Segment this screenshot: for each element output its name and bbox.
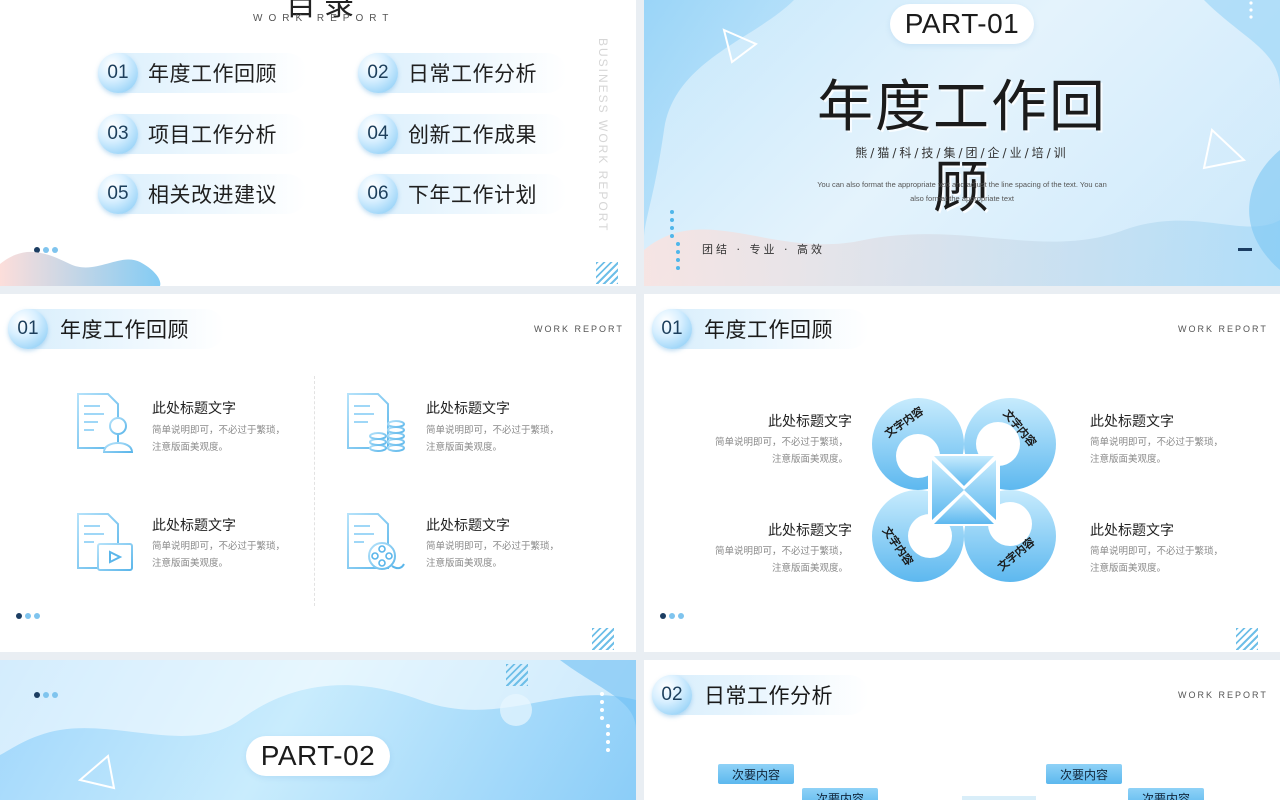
decor-dot-column	[600, 692, 610, 752]
vertical-side-text: BUSINESS WORK REPORT	[596, 38, 610, 233]
card-desc-line: 简单说明即可，不必过于繁琐，	[426, 425, 560, 436]
work-report-label: WORK REPORT	[534, 324, 624, 334]
document-video-icon	[77, 513, 133, 571]
decor-dot-column-top	[1249, 1, 1253, 19]
toc-num: 06	[358, 174, 398, 214]
decor-dash	[1238, 248, 1252, 251]
slide-daily-work-analysis[interactable]: 02 日常工作分析 WORK REPORT 次要内容 次要内容 次要内容 次要内…	[644, 660, 1280, 800]
card-title: 此处标题文字	[152, 401, 236, 417]
section-header: 02 日常工作分析	[652, 675, 869, 715]
secondary-content-box: 次要内容	[718, 764, 795, 784]
toc-num: 04	[358, 114, 398, 154]
section-number: 01	[8, 309, 48, 349]
block-description: 简单说明即可，不必过于繁琐， 注意版面美观度。	[704, 434, 848, 468]
toc-item-02[interactable]: 02 日常工作分析	[358, 53, 567, 93]
decor-wave	[0, 251, 161, 286]
company-name: 熊/猫/科/技/集/团/企/业/培/训	[855, 146, 1069, 160]
card-description: 简单说明即可，不必过于繁琐， 注意版面美观度。	[426, 422, 559, 456]
toc-item-04[interactable]: 04 创新工作成果	[358, 114, 567, 154]
section-number: 02	[652, 675, 692, 715]
secondary-content-box: 次要内容	[1046, 764, 1123, 784]
block-description: 简单说明即可，不必过于繁琐， 注意版面美观度。	[704, 543, 848, 577]
document-user-icon	[77, 393, 134, 453]
block-desc-line: 简单说明即可，不必过于繁琐，	[714, 437, 848, 448]
toc-label: 下年工作计划	[408, 183, 537, 207]
block-title: 此处标题文字	[1090, 414, 1174, 430]
part-label: PART-01	[890, 4, 1034, 44]
card-desc-line: 简单说明即可，不必过于繁琐，	[152, 425, 286, 436]
toc-subtitle: WORK REPORT	[253, 13, 395, 24]
toc-num: 02	[358, 53, 398, 93]
block-desc-line: 注意版面美观度。	[771, 454, 848, 465]
block-desc-line: 简单说明即可，不必过于繁琐，	[714, 546, 848, 557]
card-desc-line: 注意版面美观度。	[426, 442, 503, 453]
section-title: 年度工作回顾	[704, 318, 833, 342]
toc-item-05[interactable]: 05 相关改进建议	[98, 174, 307, 214]
toc-item-03[interactable]: 03 项目工作分析	[98, 114, 307, 154]
slide-annual-review-clover[interactable]: 01 年度工作回顾 WORK REPORT 此处标题文字 简单说明即可，不必过于…	[644, 294, 1280, 652]
decor-bar	[962, 796, 1036, 800]
section-title: 日常工作分析	[704, 684, 833, 708]
toc-num: 03	[98, 114, 138, 154]
card-description: 简单说明即可，不必过于繁琐， 注意版面美观度。	[426, 538, 559, 572]
decor-hatch	[506, 664, 528, 686]
toc-item-01[interactable]: 01 年度工作回顾	[98, 53, 307, 93]
document-film-icon	[347, 513, 405, 570]
slide-cover-part-02[interactable]: PART-02	[0, 660, 636, 800]
decor-dots	[34, 692, 58, 698]
slide-annual-review-icons[interactable]: 01 年度工作回顾 WORK REPORT 此处标题文字 简单说明即可，不必过于…	[0, 294, 636, 652]
section-header: 01 年度工作回顾	[652, 309, 869, 349]
secondary-content-box: 次要内容	[1128, 788, 1205, 800]
secondary-content-box: 次要内容	[802, 788, 879, 800]
card-desc-line: 注意版面美观度。	[152, 442, 229, 453]
card-title: 此处标题文字	[426, 518, 510, 534]
part-label: PART-02	[246, 736, 390, 776]
section-number: 01	[652, 309, 692, 349]
card-description: 简单说明即可，不必过于繁琐， 注意版面美观度。	[152, 538, 285, 572]
slide-cover-part-01[interactable]: PART-01 年度工作回顾 熊/猫/科/技/集/团/企/业/培/训 You c…	[644, 0, 1280, 286]
block-desc-line: 注意版面美观度。	[771, 563, 848, 574]
section-header: 01 年度工作回顾	[8, 309, 225, 349]
cover-description: You can also format the appropriate text…	[817, 180, 1107, 203]
card-desc-line: 注意版面美观度。	[152, 558, 229, 569]
decor-background-waves	[0, 660, 636, 790]
toc-label: 年度工作回顾	[148, 62, 277, 86]
toc-label: 相关改进建议	[148, 183, 277, 207]
card-desc-line: 简单说明即可，不必过于繁琐，	[152, 541, 286, 552]
card-title: 此处标题文字	[152, 518, 236, 534]
work-report-label: WORK REPORT	[1178, 690, 1268, 700]
toc-num: 01	[98, 53, 138, 93]
motto: 团结 · 专业 · 高效	[702, 243, 825, 256]
work-report-label: WORK REPORT	[1178, 324, 1268, 334]
toc-item-06[interactable]: 06 下年工作计划	[358, 174, 567, 214]
toc-label: 创新工作成果	[408, 123, 537, 147]
decor-hatch	[592, 628, 614, 650]
toc-num: 05	[98, 174, 138, 214]
card-desc-line: 简单说明即可，不必过于繁琐，	[426, 541, 560, 552]
card-description: 简单说明即可，不必过于繁琐， 注意版面美观度。	[152, 422, 285, 456]
decor-dots	[16, 613, 40, 619]
toc-label: 日常工作分析	[408, 62, 537, 86]
block-title: 此处标题文字	[768, 523, 852, 539]
block-desc-line: 简单说明即可，不必过于繁琐，	[1090, 546, 1224, 557]
card-title: 此处标题文字	[426, 401, 510, 417]
decor-dots	[660, 613, 684, 619]
decor-hatch	[1236, 628, 1258, 650]
block-title: 此处标题文字	[768, 414, 852, 430]
block-desc-line: 简单说明即可，不必过于繁琐，	[1090, 437, 1224, 448]
decor-dot-column	[670, 210, 680, 270]
toc-label: 项目工作分析	[148, 123, 277, 147]
block-title: 此处标题文字	[1090, 523, 1174, 539]
block-desc-line: 注意版面美观度。	[1090, 454, 1167, 465]
block-desc-line: 注意版面美观度。	[1090, 563, 1167, 574]
block-description: 简单说明即可，不必过于繁琐， 注意版面美观度。	[1090, 434, 1223, 468]
card-desc-line: 注意版面美观度。	[426, 558, 503, 569]
block-description: 简单说明即可，不必过于繁琐， 注意版面美观度。	[1090, 543, 1223, 577]
decor-hatch	[596, 262, 618, 284]
section-title: 年度工作回顾	[60, 318, 189, 342]
divider	[314, 376, 315, 606]
document-coins-icon	[347, 393, 405, 452]
slide-table-of-contents[interactable]: 目录 WORK REPORT 01 年度工作回顾 02 日常工作分析 03 项目…	[0, 0, 636, 286]
